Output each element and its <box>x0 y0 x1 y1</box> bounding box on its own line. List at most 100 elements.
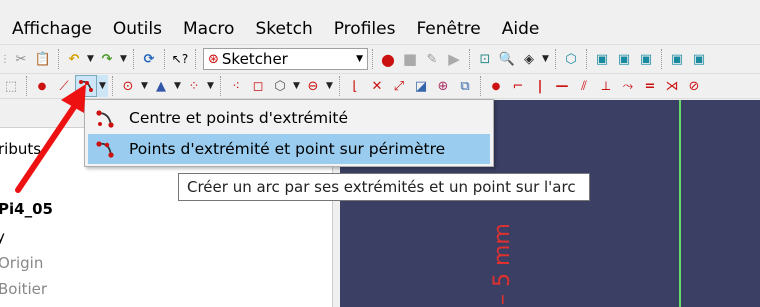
constraint-parallel-icon[interactable]: ⫽ <box>573 75 595 97</box>
constraint-equal-icon[interactable]: = <box>639 75 661 97</box>
separator <box>112 76 113 96</box>
separator <box>58 49 59 69</box>
constraint-point-on-object-icon[interactable]: ⌐ <box>507 75 529 97</box>
menu-affichage[interactable]: Affichage <box>0 19 101 39</box>
arc-dropdown-menu: Centre et points d'extrémité Points d'ex… <box>84 99 494 167</box>
constraint-block-icon[interactable]: ⊘ <box>683 75 705 97</box>
chevron-down-icon: ▼ <box>356 54 363 64</box>
undo-dropdown-icon[interactable]: ▼ <box>85 48 96 70</box>
dropdown-item-label: Centre et points d'extrémité <box>129 109 349 127</box>
arc-three-points-icon[interactable] <box>75 75 97 97</box>
menu-macro[interactable]: Macro <box>171 19 243 39</box>
arc-dropdown-icon[interactable]: ▼ <box>97 75 108 97</box>
line-icon[interactable]: ⟋ <box>53 75 75 97</box>
workbench-selector[interactable]: ⊛ Sketcher ▼ <box>203 48 368 70</box>
toolbar-handle[interactable]: ⋮ <box>0 48 10 70</box>
menu-fenetre[interactable]: Fenêtre <box>404 19 489 39</box>
view-bottom-icon[interactable]: ▣ <box>688 48 710 70</box>
circle-icon[interactable]: ⊙ <box>117 75 139 97</box>
whats-this-icon[interactable]: ↖? <box>169 48 191 70</box>
separator <box>26 76 27 96</box>
polygon-dropdown-icon[interactable]: ▼ <box>291 75 302 97</box>
zoom-icon[interactable]: 🔍 <box>496 48 518 70</box>
redo-icon[interactable]: ↷ <box>96 48 118 70</box>
constraint-tangent-icon[interactable]: ⤳ <box>617 75 639 97</box>
extend-icon[interactable]: ⤢ <box>388 75 410 97</box>
dropdown-item-extremites-perimetre[interactable]: Points d'extrémité et point sur périmètr… <box>88 134 490 164</box>
separator <box>164 49 165 69</box>
separator <box>133 49 134 69</box>
slot-dropdown-icon[interactable]: ▼ <box>324 75 335 97</box>
macro-run-icon[interactable]: ▶ <box>443 48 465 70</box>
tree-item-body[interactable]: y <box>0 228 5 246</box>
redo-dropdown-icon[interactable]: ▼ <box>118 48 129 70</box>
sketcher-toolbar: ⬚ ● ⟋ ▼ ⊙ ▼ ▲ ▼ ⁘ ▼ ⁖ ◻ ⬡ ▼ ⊖ ▼ ⌊ ✕ ⤢ ◪ … <box>0 73 760 99</box>
undo-icon[interactable]: ↶ <box>63 48 85 70</box>
menu-profiles[interactable]: Profiles <box>322 19 405 39</box>
separator <box>555 49 556 69</box>
macro-edit-icon[interactable]: ✎ <box>421 48 443 70</box>
macro-record-icon[interactable]: ● <box>377 48 399 70</box>
constraint-perpendicular-icon[interactable]: ⟂ <box>595 75 617 97</box>
menu-sketch[interactable]: Sketch <box>243 19 321 39</box>
construction-mode-icon[interactable]: ⧉ <box>454 75 476 97</box>
cut-icon[interactable]: ✂ <box>10 48 32 70</box>
arc-center-icon <box>96 110 114 128</box>
tree-item-boitier[interactable]: Boitier <box>0 280 47 298</box>
tooltip: Créer un arc par ses extrémités et un po… <box>178 173 590 201</box>
fit-all-icon[interactable]: ⊡ <box>474 48 496 70</box>
tree-item-origin[interactable]: Origin <box>0 254 43 272</box>
menu-outils[interactable]: Outils <box>101 19 171 39</box>
conic-dropdown-icon[interactable]: ▼ <box>172 75 183 97</box>
carbon-copy-icon[interactable]: ⊕ <box>432 75 454 97</box>
point-icon[interactable]: ● <box>31 75 53 97</box>
macro-stop-icon[interactable]: ■ <box>399 48 421 70</box>
conic-icon[interactable]: ▲ <box>150 75 172 97</box>
view-isometric-icon[interactable]: ⬡ <box>560 48 582 70</box>
refresh-icon[interactable]: ⟳ <box>138 48 160 70</box>
view-rear-icon[interactable]: ▣ <box>666 48 688 70</box>
fillet-icon[interactable]: ⌊ <box>344 75 366 97</box>
tree-item-attributes[interactable]: ributs <box>0 140 41 158</box>
dropdown-item-centre-extremites[interactable]: Centre et points d'extrémité <box>88 103 490 133</box>
separator <box>339 76 340 96</box>
tree-item-document[interactable]: Pi4_05 <box>0 200 53 218</box>
workbench-label: Sketcher <box>221 50 288 68</box>
tooltip-text: Créer un arc par ses extrémités et un po… <box>187 178 576 196</box>
draw-style-icon[interactable]: ◈ <box>518 48 540 70</box>
constraint-vertical-icon[interactable]: | <box>529 75 551 97</box>
separator <box>372 49 373 69</box>
view-front-icon[interactable]: ▣ <box>591 48 613 70</box>
circle-dropdown-icon[interactable]: ▼ <box>139 75 150 97</box>
separator <box>480 76 481 96</box>
dimension-value: 5 mm <box>490 223 515 287</box>
rectangle-icon[interactable]: ◻ <box>247 75 269 97</box>
bspline-icon[interactable]: ⁘ <box>183 75 205 97</box>
constraint-symmetric-icon[interactable]: ⋊ <box>661 75 683 97</box>
menu-bar: Affichage Outils Macro Sketch Profiles F… <box>0 14 760 44</box>
arc-three-points-icon <box>96 141 114 158</box>
view-right-icon[interactable]: ▣ <box>635 48 657 70</box>
menu-aide[interactable]: Aide <box>490 19 549 39</box>
external-geometry-icon[interactable]: ◪ <box>410 75 432 97</box>
main-toolbar: ⋮ ✂ 📋 ↶ ▼ ↷ ▼ ⟳ ↖? ⊛ Sketcher ▼ ● ■ ✎ ▶ … <box>0 44 760 73</box>
separator <box>195 49 196 69</box>
polyline-icon[interactable]: ⁖ <box>225 75 247 97</box>
part-icon[interactable]: ⬚ <box>0 75 22 97</box>
sketcher-workbench-icon: ⊛ <box>208 51 219 67</box>
separator <box>661 49 662 69</box>
constraint-coincident-icon[interactable]: ● <box>485 75 507 97</box>
draw-style-dropdown-icon[interactable]: ▼ <box>540 48 551 70</box>
dimension-label: – 5 mm <box>490 223 515 305</box>
separator <box>469 49 470 69</box>
constraint-horizontal-icon[interactable]: — <box>551 75 573 97</box>
polygon-icon[interactable]: ⬡ <box>269 75 291 97</box>
trim-icon[interactable]: ✕ <box>366 75 388 97</box>
slot-icon[interactable]: ⊖ <box>302 75 324 97</box>
vertical-axis-line <box>679 100 681 307</box>
view-top-icon[interactable]: ▣ <box>613 48 635 70</box>
paste-icon[interactable]: 📋 <box>32 48 54 70</box>
separator <box>220 76 221 96</box>
bspline-dropdown-icon[interactable]: ▼ <box>205 75 216 97</box>
separator <box>586 49 587 69</box>
